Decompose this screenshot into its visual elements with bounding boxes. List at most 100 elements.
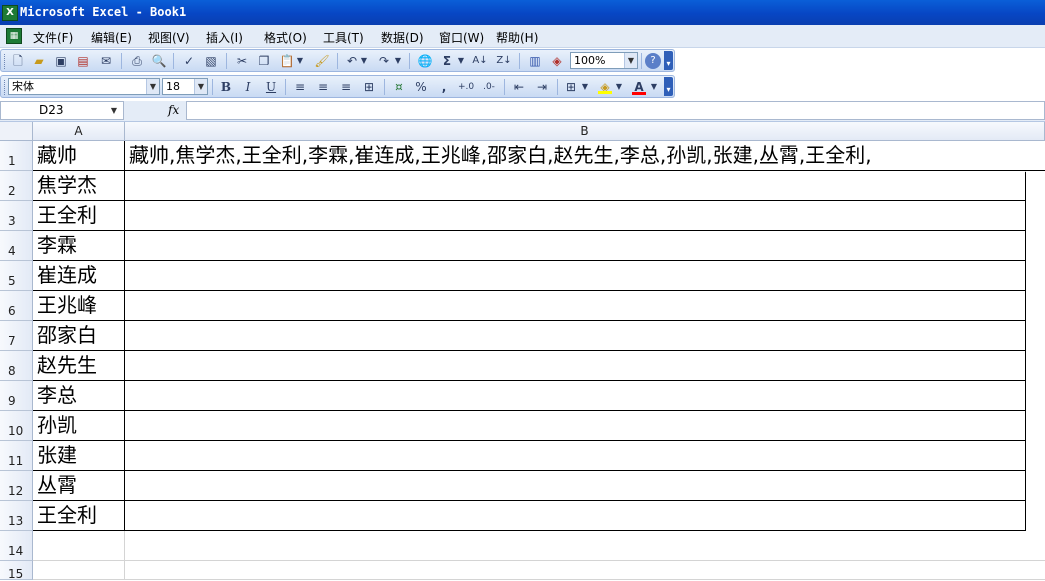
row-header[interactable]: 6 [0,291,33,321]
cell-a[interactable]: 焦学杰 [33,171,125,201]
cell-b[interactable] [125,381,1026,411]
toolbar-grip[interactable] [4,54,7,69]
underline-button[interactable]: U [263,79,279,95]
name-box-dropdown-icon[interactable]: ▼ [107,102,121,119]
cell-b[interactable] [125,261,1026,291]
cell-a[interactable]: 崔连成 [33,261,125,291]
name-box[interactable]: D23 [0,101,124,120]
cell-b[interactable] [125,201,1026,231]
cell-a[interactable]: 张建 [33,441,125,471]
align-right-icon[interactable]: ≡ [338,79,354,95]
row-header[interactable]: 15 [0,561,33,581]
font-color-dropdown-icon[interactable]: ▼ [649,79,659,95]
font-size-dropdown-icon[interactable]: ▼ [194,79,207,94]
cell-a[interactable]: 王全利 [33,501,125,531]
cell-a[interactable] [33,561,125,580]
redo-dropdown-icon[interactable]: ▼ [393,53,403,69]
cell-a[interactable]: 李总 [33,381,125,411]
menu-tools[interactable]: 工具(T) [323,29,364,46]
row-header[interactable]: 4 [0,231,33,261]
cell-b[interactable] [125,321,1026,351]
italic-button[interactable]: I [240,79,256,95]
toolbar-options-icon[interactable]: ▾ [664,51,673,70]
row-header[interactable]: 1 [0,141,33,171]
row-header[interactable]: 14 [0,531,33,561]
menu-file[interactable]: 文件(F) [33,29,73,46]
cell-b[interactable] [125,441,1026,471]
print-icon[interactable]: ⎙ [129,53,145,69]
font-name-select[interactable]: 宋体 ▼ [8,78,160,95]
cell-a[interactable]: 藏帅 [33,141,125,171]
permission-icon[interactable]: ▤ [75,53,91,69]
percent-button[interactable]: % [413,79,429,95]
decrease-decimal-icon[interactable]: .0- [481,79,497,95]
menu-window[interactable]: 窗口(W) [439,29,484,46]
research-icon[interactable]: ▧ [203,53,219,69]
cell-b[interactable]: 藏帅,焦学杰,王全利,李霖,崔连成,王兆峰,邵家白,赵先生,李总,孙凯,张建,丛… [125,141,1045,171]
cell-a[interactable]: 丛霄 [33,471,125,501]
menu-edit[interactable]: 编辑(E) [91,29,132,46]
cell-b[interactable] [125,411,1026,441]
sort-ascending-icon[interactable]: A↓ [472,53,488,69]
undo-dropdown-icon[interactable]: ▼ [359,53,369,69]
redo-icon[interactable]: ↷ [376,53,392,69]
fill-color-dropdown-icon[interactable]: ▼ [614,79,624,95]
open-icon[interactable]: ▰ [31,53,47,69]
sort-descending-icon[interactable]: Z↓ [496,53,512,69]
autosum-icon[interactable]: Σ [439,53,455,69]
row-header[interactable]: 9 [0,381,33,411]
row-header[interactable]: 7 [0,321,33,351]
insert-function-icon[interactable]: fx [168,103,179,117]
cell-b[interactable] [125,531,1045,561]
font-size-select[interactable]: 18 ▼ [162,78,208,95]
excel-icon[interactable]: X [2,5,18,21]
paste-icon[interactable]: 📋 [279,53,295,69]
cell-b[interactable] [125,231,1026,261]
save-icon[interactable]: ▣ [53,53,69,69]
borders-icon[interactable]: ⊞ [563,79,579,95]
menu-view[interactable]: 视图(V) [148,29,190,46]
cell-b[interactable] [125,351,1026,381]
currency-icon[interactable]: ¤ [391,79,407,95]
row-header[interactable]: 13 [0,501,33,531]
toolbar-grip[interactable] [4,80,7,95]
spelling-icon[interactable]: ✓ [181,53,197,69]
toolbar-options-icon[interactable]: ▾ [664,77,673,96]
cell-a[interactable]: 赵先生 [33,351,125,381]
column-header-a[interactable]: A [33,122,125,141]
comma-button[interactable]: , [436,79,452,95]
decrease-indent-icon[interactable]: ⇤ [511,79,527,95]
zoom-select[interactable]: 100% ▼ [570,52,638,69]
cell-a[interactable]: 李霖 [33,231,125,261]
cell-a[interactable] [33,531,125,561]
format-painter-icon[interactable]: 🖌 [314,53,330,69]
row-header[interactable]: 5 [0,261,33,291]
menu-format[interactable]: 格式(O) [264,29,307,46]
merge-center-icon[interactable]: ⊞ [361,79,377,95]
bold-button[interactable]: B [218,79,234,95]
chart-wizard-icon[interactable]: ▥ [527,53,543,69]
cell-b[interactable] [125,501,1026,531]
row-header[interactable]: 3 [0,201,33,231]
hyperlink-icon[interactable]: 🌐 [417,53,433,69]
row-header[interactable]: 8 [0,351,33,381]
cell-a[interactable]: 王兆峰 [33,291,125,321]
autosum-dropdown-icon[interactable]: ▼ [456,53,466,69]
help-icon[interactable]: ? [645,53,661,69]
borders-dropdown-icon[interactable]: ▼ [580,79,590,95]
increase-decimal-icon[interactable]: +.0 [458,79,474,95]
workbook-icon[interactable]: ▦ [6,28,22,44]
cell-b[interactable] [125,561,1045,580]
undo-icon[interactable]: ↶ [344,53,360,69]
cell-b[interactable] [125,291,1026,321]
formula-input[interactable] [186,101,1045,120]
increase-indent-icon[interactable]: ⇥ [534,79,550,95]
zoom-dropdown-icon[interactable]: ▼ [624,53,637,68]
row-header[interactable]: 11 [0,441,33,471]
cell-b[interactable] [125,171,1026,201]
menu-help[interactable]: 帮助(H) [496,29,538,46]
font-name-dropdown-icon[interactable]: ▼ [146,79,159,94]
row-header[interactable]: 10 [0,411,33,441]
email-icon[interactable]: ✉ [98,53,114,69]
menu-data[interactable]: 数据(D) [381,29,424,46]
